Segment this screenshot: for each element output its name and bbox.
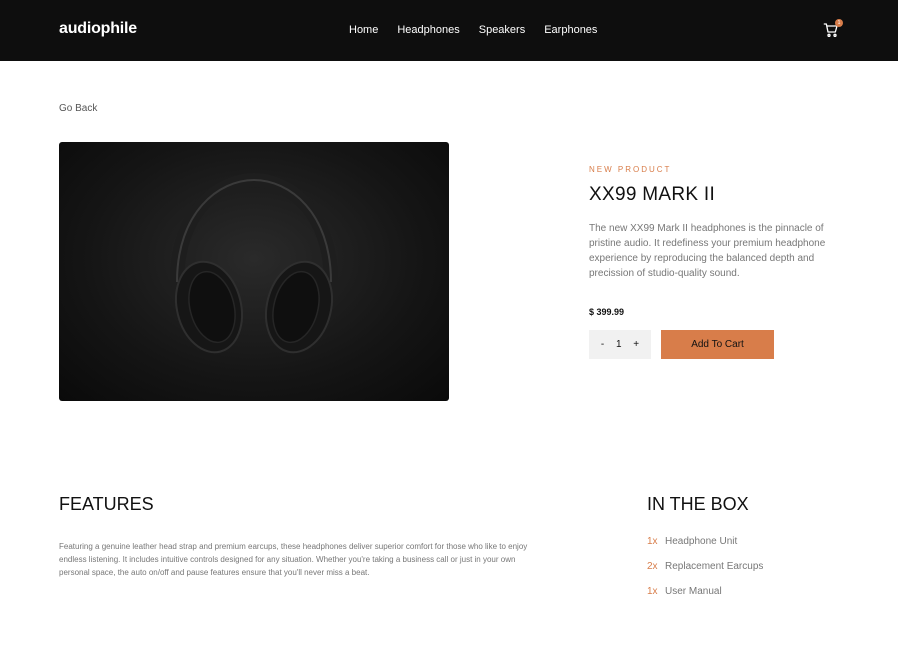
list-item: 1x Headphone Unit: [647, 536, 763, 561]
cart-count-badge: 1: [835, 19, 843, 27]
item-name: Replacement Earcups: [665, 561, 764, 572]
nav-link-home[interactable]: Home: [349, 24, 378, 36]
item-quantity: 2x: [647, 561, 658, 572]
product-price: $ 399.99: [589, 307, 625, 317]
main-nav: Home Headphones Speakers Earphones: [349, 24, 597, 36]
item-name: User Manual: [665, 586, 722, 597]
top-header: audiophile Home Headphones Speakers Earp…: [0, 0, 898, 61]
cart-button[interactable]: 1: [823, 19, 843, 40]
add-to-cart-button[interactable]: Add To Cart: [661, 330, 774, 359]
product-title: XX99 MARK II: [589, 184, 716, 205]
in-the-box-list: 1x Headphone Unit 2x Replacement Earcups…: [647, 536, 763, 611]
nav-link-headphones[interactable]: Headphones: [397, 24, 459, 36]
new-product-overline: NEW PRODUCT: [589, 165, 672, 174]
quantity-decrement-button[interactable]: -: [601, 339, 604, 350]
logo[interactable]: audiophile: [59, 20, 137, 38]
item-quantity: 1x: [647, 536, 658, 547]
in-the-box-heading: IN THE BOX: [647, 494, 749, 514]
quantity-increment-button[interactable]: +: [633, 339, 639, 350]
product-description: The new XX99 Mark II headphones is the p…: [589, 223, 826, 279]
features-text: Featuring a genuine leather head strap a…: [59, 542, 528, 577]
features-heading: FEATURES: [59, 494, 154, 514]
nav-link-speakers[interactable]: Speakers: [479, 24, 525, 36]
go-back-link[interactable]: Go Back: [59, 103, 97, 114]
product-image: [59, 142, 449, 401]
list-item: 2x Replacement Earcups: [647, 561, 763, 586]
quantity-stepper: - 1 +: [589, 330, 651, 359]
item-name: Headphone Unit: [665, 536, 738, 547]
list-item: 1x User Manual: [647, 586, 763, 611]
headphones-image: [170, 172, 338, 354]
item-quantity: 1x: [647, 586, 658, 597]
quantity-value: 1: [615, 339, 622, 350]
nav-link-earphones[interactable]: Earphones: [544, 24, 597, 36]
